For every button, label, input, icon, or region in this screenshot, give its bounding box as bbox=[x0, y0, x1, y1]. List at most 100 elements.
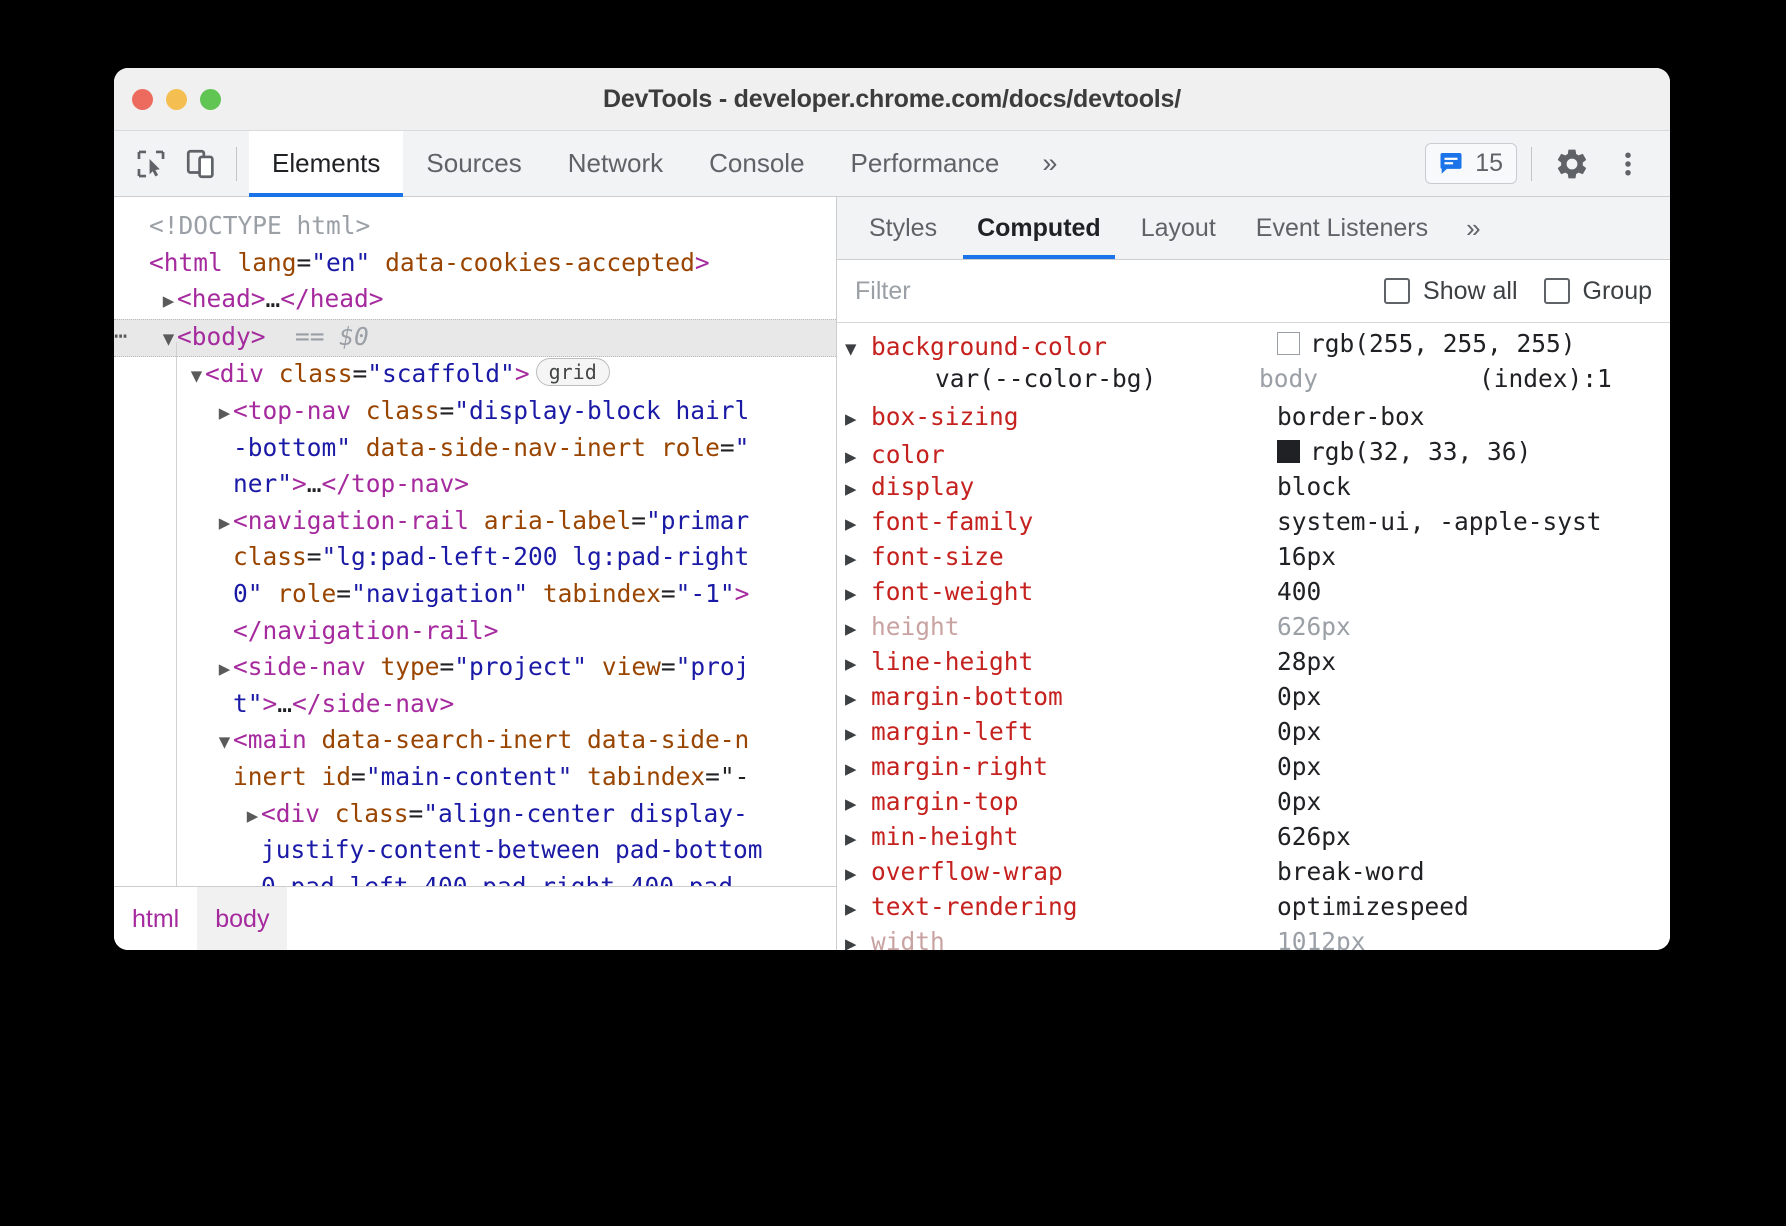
device-toolbar-icon[interactable] bbox=[178, 141, 224, 187]
dom-tree-row[interactable]: ▼<div class="scaffold">grid bbox=[114, 357, 836, 394]
chevron-right-icon[interactable]: ▶ bbox=[845, 478, 871, 500]
chevron-right-icon[interactable]: ▶ bbox=[845, 583, 871, 605]
issues-badge[interactable]: 15 bbox=[1425, 143, 1517, 184]
tab-network[interactable]: Network bbox=[545, 131, 686, 197]
computed-property-row[interactable]: ▶margin-left0px bbox=[837, 717, 1670, 752]
chevron-right-icon[interactable]: ▶ bbox=[216, 653, 233, 687]
dom-tree-row[interactable]: ▶class="lg:pad-left-200 lg:pad-right bbox=[114, 540, 836, 577]
dom-tree-row[interactable]: ▼<main data-search-inert data-side-n bbox=[114, 723, 836, 760]
chevron-right-icon[interactable]: ▶ bbox=[845, 688, 871, 710]
trace-stylesheet-link[interactable]: (index):1 bbox=[1479, 364, 1612, 393]
maximize-window-button[interactable] bbox=[200, 89, 221, 110]
dom-tree-row[interactable]: ▶-bottom" data-side-nav-inert role=" bbox=[114, 431, 836, 468]
computed-property-row[interactable]: ▶height626px bbox=[837, 612, 1670, 647]
dom-tree-row[interactable]: ▶justify-content-between pad-bottom bbox=[114, 833, 836, 870]
group-checkbox[interactable] bbox=[1544, 278, 1570, 304]
chevron-right-icon[interactable]: ▶ bbox=[845, 863, 871, 885]
more-sidebar-tabs-icon[interactable]: » bbox=[1448, 197, 1498, 259]
tab-layout[interactable]: Layout bbox=[1121, 197, 1236, 259]
dom-tree-row[interactable]: ▶inert id="main-content" tabindex="- bbox=[114, 760, 836, 797]
dom-token-txt: … bbox=[307, 469, 322, 498]
dom-tree-row[interactable]: ▶<div class="align-center display- bbox=[114, 797, 836, 834]
chevron-down-icon[interactable]: ▼ bbox=[216, 726, 233, 760]
tab-computed[interactable]: Computed bbox=[957, 197, 1121, 259]
color-swatch[interactable] bbox=[1277, 440, 1300, 463]
computed-property-row[interactable]: ▶colorrgb(32, 33, 36) bbox=[837, 437, 1670, 472]
color-swatch[interactable] bbox=[1277, 332, 1300, 355]
breadcrumb-item-html[interactable]: html bbox=[114, 887, 197, 950]
computed-property-row[interactable]: ▶width1012px bbox=[837, 927, 1670, 950]
tab-event-listeners[interactable]: Event Listeners bbox=[1236, 197, 1448, 259]
show-all-checkbox-group[interactable]: Show all bbox=[1384, 277, 1518, 306]
computed-property-row[interactable]: ▶line-height28px bbox=[837, 647, 1670, 682]
chevron-right-icon[interactable]: ▶ bbox=[845, 653, 871, 675]
computed-property-row[interactable]: ▶margin-right0px bbox=[837, 752, 1670, 787]
computed-property-row[interactable]: ▶text-renderingoptimizespeed bbox=[837, 892, 1670, 927]
dom-token-val: "navigation" bbox=[351, 579, 528, 608]
computed-property-row[interactable]: ▶min-height626px bbox=[837, 822, 1670, 857]
dom-tree[interactable]: ▶<!DOCTYPE html>▶<html lang="en" data-co… bbox=[114, 197, 836, 899]
chevron-right-icon[interactable]: ▶ bbox=[160, 285, 177, 319]
dom-tree-row[interactable]: ▶<!DOCTYPE html> bbox=[114, 209, 836, 246]
tab-styles[interactable]: Styles bbox=[849, 197, 957, 259]
dom-tree-row[interactable]: ⋯▼<body> == $0 bbox=[114, 319, 836, 358]
chevron-down-icon[interactable]: ▼ bbox=[188, 360, 205, 394]
chevron-right-icon[interactable]: ▶ bbox=[845, 758, 871, 780]
breadcrumb-item-body[interactable]: body bbox=[197, 887, 287, 950]
dom-tree-row[interactable]: ▶<head>…</head> bbox=[114, 282, 836, 319]
tab-performance[interactable]: Performance bbox=[828, 131, 1023, 197]
twisty-placeholder: ▶ bbox=[132, 249, 149, 283]
group-checkbox-group[interactable]: Group bbox=[1544, 277, 1652, 306]
show-all-checkbox[interactable] bbox=[1384, 278, 1410, 304]
chevron-right-icon[interactable]: ▶ bbox=[845, 548, 871, 570]
dom-tree-row[interactable]: ▶<navigation-rail aria-label="primar bbox=[114, 504, 836, 541]
chevron-right-icon[interactable]: ▶ bbox=[845, 723, 871, 745]
computed-property-row[interactable]: ▶font-size16px bbox=[837, 542, 1670, 577]
computed-property-row[interactable]: ▶font-familysystem-ui, -apple-syst bbox=[837, 507, 1670, 542]
chevron-right-icon[interactable]: ▶ bbox=[845, 408, 871, 430]
computed-property-row[interactable]: ▶box-sizingborder-box bbox=[837, 402, 1670, 437]
chevron-right-icon[interactable]: ▶ bbox=[845, 793, 871, 815]
tab-console[interactable]: Console bbox=[686, 131, 827, 197]
chevron-right-icon[interactable]: ▶ bbox=[845, 446, 871, 468]
dom-token-txt: = bbox=[409, 799, 424, 828]
chevron-right-icon[interactable]: ▶ bbox=[845, 513, 871, 535]
dom-tree-row[interactable]: ▶<side-nav type="project" view="proj bbox=[114, 650, 836, 687]
three-dot-menu-icon[interactable] bbox=[1602, 138, 1654, 190]
computed-property-row[interactable]: ▼background-colorrgb(255, 255, 255) bbox=[837, 329, 1670, 364]
gear-icon[interactable] bbox=[1546, 138, 1598, 190]
tab-elements[interactable]: Elements bbox=[249, 131, 403, 197]
dom-row-more-icon[interactable]: ⋯ bbox=[114, 320, 128, 354]
computed-property-row[interactable]: ▶margin-top0px bbox=[837, 787, 1670, 822]
computed-properties-list[interactable]: ▼background-colorrgb(255, 255, 255)var(-… bbox=[837, 323, 1670, 950]
chevron-down-icon[interactable]: ▼ bbox=[845, 338, 871, 360]
dom-tree-row[interactable]: ▶ner">…</top-nav> bbox=[114, 467, 836, 504]
close-window-button[interactable] bbox=[132, 89, 153, 110]
chevron-right-icon[interactable]: ▶ bbox=[845, 618, 871, 640]
dom-token-val: "-1" bbox=[676, 579, 735, 608]
dom-tree-row[interactable]: ▶0" role="navigation" tabindex="-1"> bbox=[114, 577, 836, 614]
minimize-window-button[interactable] bbox=[166, 89, 187, 110]
chevron-right-icon[interactable]: ▶ bbox=[244, 800, 261, 834]
dom-tree-row[interactable]: ▶<html lang="en" data-cookies-accepted> bbox=[114, 246, 836, 283]
chevron-down-icon[interactable]: ▼ bbox=[160, 323, 177, 357]
dom-tree-row[interactable]: ▶t">…</side-nav> bbox=[114, 687, 836, 724]
chevron-right-icon[interactable]: ▶ bbox=[845, 898, 871, 920]
computed-property-row[interactable]: ▶margin-bottom0px bbox=[837, 682, 1670, 717]
filter-input[interactable]: Filter bbox=[855, 277, 1358, 306]
inspect-cursor-icon[interactable] bbox=[128, 141, 174, 187]
tab-sources[interactable]: Sources bbox=[403, 131, 544, 197]
twisty-placeholder: ▶ bbox=[216, 580, 233, 614]
dom-tree-row[interactable]: ▶</navigation-rail> bbox=[114, 614, 836, 651]
chevron-right-icon[interactable]: ▶ bbox=[216, 397, 233, 431]
more-panels-icon[interactable]: » bbox=[1022, 131, 1077, 197]
computed-property-row[interactable]: ▶displayblock bbox=[837, 472, 1670, 507]
dom-token-txt: = bbox=[720, 433, 735, 462]
computed-property-row[interactable]: ▶overflow-wrapbreak-word bbox=[837, 857, 1670, 892]
chevron-right-icon[interactable]: ▶ bbox=[845, 828, 871, 850]
chevron-right-icon[interactable]: ▶ bbox=[845, 933, 871, 950]
chevron-right-icon[interactable]: ▶ bbox=[216, 507, 233, 541]
computed-property-row[interactable]: ▶font-weight400 bbox=[837, 577, 1670, 612]
dom-tree-row[interactable]: ▶<top-nav class="display-block hairl bbox=[114, 394, 836, 431]
layout-badge-grid[interactable]: grid bbox=[536, 358, 610, 386]
